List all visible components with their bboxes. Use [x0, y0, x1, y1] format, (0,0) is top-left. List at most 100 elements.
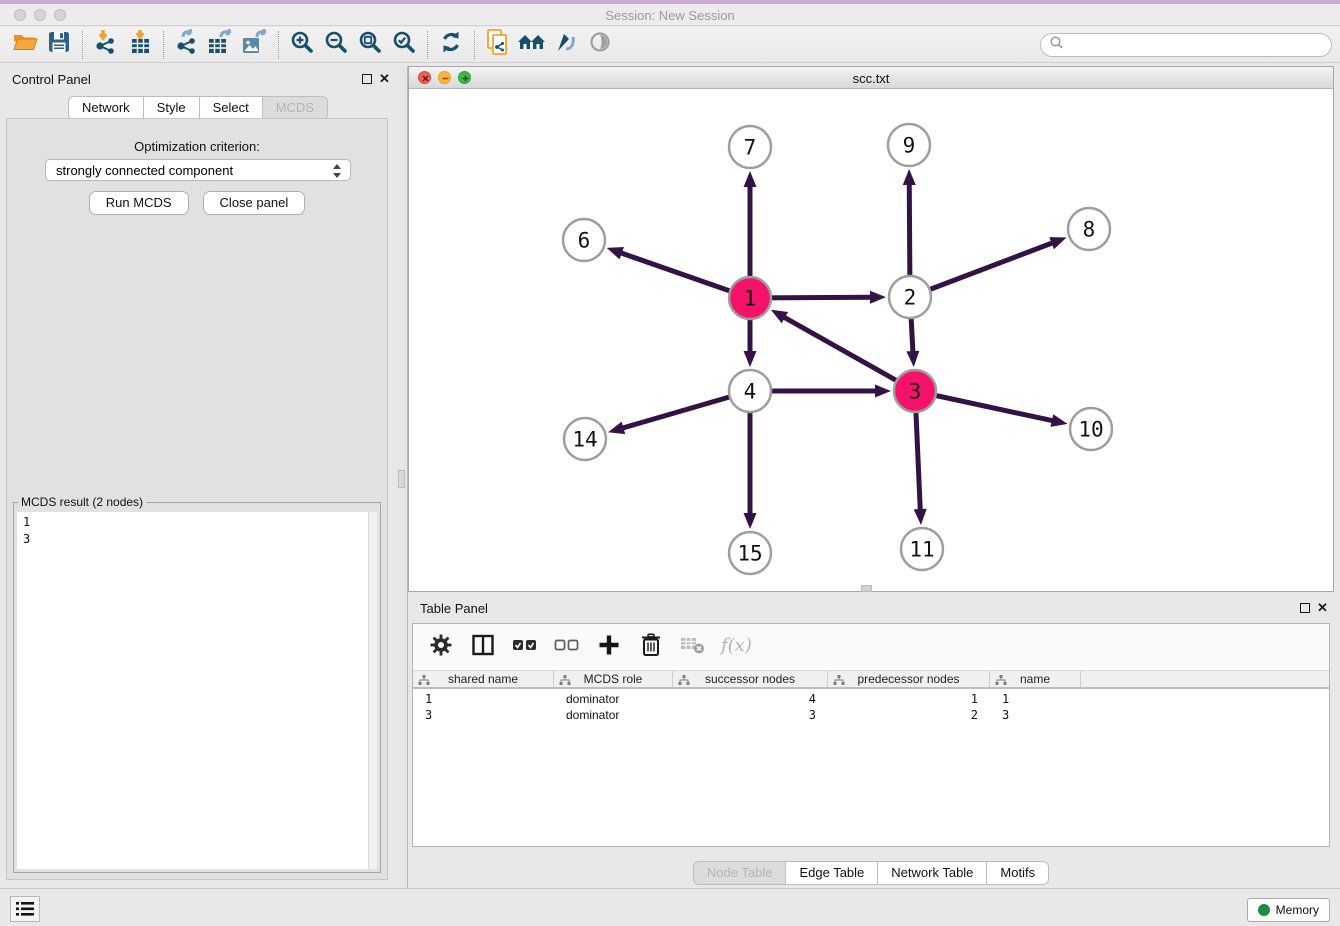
tab-edge-table[interactable]: Edge Table: [785, 861, 878, 885]
gear-button[interactable]: [427, 631, 455, 659]
export-network-button[interactable]: [170, 30, 204, 60]
open-session-button[interactable]: [8, 30, 42, 60]
refresh-button[interactable]: [434, 30, 468, 60]
function-builder-button[interactable]: f(x): [721, 635, 752, 656]
edge-2-8[interactable]: [910, 242, 1053, 297]
close-table-panel-icon[interactable]: ✕: [1317, 600, 1328, 615]
select-all-columns-button[interactable]: [511, 631, 539, 659]
zoom-in-button[interactable]: [285, 30, 319, 60]
tab-motifs[interactable]: Motifs: [986, 861, 1049, 885]
delete-column-button[interactable]: [637, 631, 665, 659]
zoom-selected-button[interactable]: [387, 30, 421, 60]
graph-node-14[interactable]: 14: [564, 418, 606, 460]
edge-arrow-3-10: [1051, 414, 1068, 427]
home-button[interactable]: [515, 30, 549, 60]
float-panel-icon[interactable]: [362, 74, 372, 84]
tab-style[interactable]: Style: [143, 96, 200, 120]
graph-node-3[interactable]: 3: [894, 370, 936, 412]
save-session-button[interactable]: [42, 30, 76, 60]
mcds-result-box[interactable]: 1 3: [17, 512, 377, 869]
column-header-successor-nodes[interactable]: successor nodes: [673, 671, 828, 687]
list-icon: [15, 900, 35, 918]
node-label-3: 3: [909, 380, 922, 404]
graph-node-6[interactable]: 6: [563, 219, 605, 261]
cell-name[interactable]: 3: [990, 707, 1081, 723]
run-mcds-button[interactable]: Run MCDS: [89, 191, 189, 215]
graph-node-7[interactable]: 7: [729, 126, 771, 168]
cell-shared-name[interactable]: 1: [413, 691, 554, 707]
tab-select[interactable]: Select: [199, 96, 263, 120]
eye-button[interactable]: [583, 30, 617, 60]
canvas-resize-grip[interactable]: [861, 585, 872, 592]
tab-network-table[interactable]: Network Table: [877, 861, 987, 885]
cell-predecessor-nodes[interactable]: 1: [828, 691, 990, 707]
columns-button[interactable]: [469, 631, 497, 659]
cell-MCDS-role[interactable]: dominator: [554, 707, 673, 723]
cell-predecessor-nodes[interactable]: 2: [828, 707, 990, 723]
import-network-button[interactable]: [89, 30, 123, 60]
graph-node-10[interactable]: 10: [1070, 408, 1112, 450]
edge-arrow-4-15: [744, 513, 757, 529]
style-brush-button[interactable]: [549, 30, 583, 60]
tab-mcds[interactable]: MCDS: [262, 96, 328, 120]
cell-MCDS-role[interactable]: dominator: [554, 691, 673, 707]
export-table-button[interactable]: [204, 30, 238, 60]
tab-node-table[interactable]: Node Table: [693, 861, 787, 885]
table-rows: 1dominator4113dominator323: [413, 691, 1329, 723]
network-window-titlebar[interactable]: scc.txt: [409, 67, 1333, 89]
splitter-grip[interactable]: [398, 470, 405, 488]
network-canvas[interactable]: 7 9 6 8 1 2 4 3 14 10 15 11: [409, 89, 1333, 591]
network-window-title: scc.txt: [409, 71, 1333, 86]
delete-table-icon: [680, 635, 706, 655]
tab-network[interactable]: Network: [68, 96, 144, 120]
task-history-button[interactable]: [10, 896, 40, 922]
toolbar-separator: [163, 31, 164, 59]
table-panel: Table Panel ✕ f(x) shared nameMCDS roles…: [408, 595, 1334, 888]
memory-button[interactable]: Memory: [1247, 898, 1330, 922]
criterion-dropdown[interactable]: strongly connected component: [45, 159, 351, 181]
table-row[interactable]: 3dominator323: [413, 707, 1329, 723]
delete-table-button[interactable]: [679, 631, 707, 659]
column-header-shared-name[interactable]: shared name: [413, 671, 554, 687]
graph-node-15[interactable]: 15: [729, 532, 771, 574]
graph-node-1[interactable]: 1: [729, 277, 771, 319]
result-scrollbar[interactable]: [368, 512, 377, 869]
cell-successor-nodes[interactable]: 4: [673, 691, 828, 707]
gear-icon: [429, 633, 453, 657]
cell-successor-nodes[interactable]: 3: [673, 707, 828, 723]
zoom-selected-icon: [392, 30, 416, 59]
eye-icon: [588, 30, 612, 59]
search-field[interactable]: [1040, 33, 1332, 57]
graph-node-11[interactable]: 11: [901, 528, 943, 570]
panel-splitter[interactable]: [396, 66, 408, 888]
export-image-icon: [241, 29, 269, 60]
graph-node-8[interactable]: 8: [1068, 208, 1110, 250]
float-table-panel-icon[interactable]: [1300, 603, 1310, 613]
add-column-button[interactable]: [595, 631, 623, 659]
unselect-all-columns-button[interactable]: [553, 631, 581, 659]
graph-node-4[interactable]: 4: [729, 370, 771, 412]
column-header-name[interactable]: name: [990, 671, 1081, 687]
node-table-container: f(x) shared nameMCDS rolesuccessor nodes…: [412, 623, 1330, 847]
close-panel-button[interactable]: Close panel: [203, 191, 306, 215]
column-header-MCDS-role[interactable]: MCDS role: [554, 671, 673, 687]
node-label-10: 10: [1078, 418, 1103, 442]
export-table-icon: [207, 29, 235, 60]
edge-3-1[interactable]: [783, 317, 915, 391]
export-image-button[interactable]: [238, 30, 272, 60]
cell-shared-name[interactable]: 3: [413, 707, 554, 723]
table-row[interactable]: 1dominator411: [413, 691, 1329, 707]
import-table-button[interactable]: [123, 30, 157, 60]
node-label-7: 7: [744, 136, 757, 160]
column-header-predecessor-nodes[interactable]: predecessor nodes: [828, 671, 990, 687]
close-panel-icon[interactable]: ✕: [379, 71, 390, 86]
graph-node-9[interactable]: 9: [888, 124, 930, 166]
table-panel-tabs: Node TableEdge TableNetwork TableMotifs: [408, 861, 1334, 885]
search-input[interactable]: [1069, 38, 1319, 52]
cell-name[interactable]: 1: [990, 691, 1081, 707]
manage-networks-button[interactable]: [481, 30, 515, 60]
zoom-fit-button[interactable]: [353, 30, 387, 60]
graph-node-2[interactable]: 2: [889, 276, 931, 318]
zoom-out-button[interactable]: [319, 30, 353, 60]
toolbar-separator: [427, 31, 428, 59]
